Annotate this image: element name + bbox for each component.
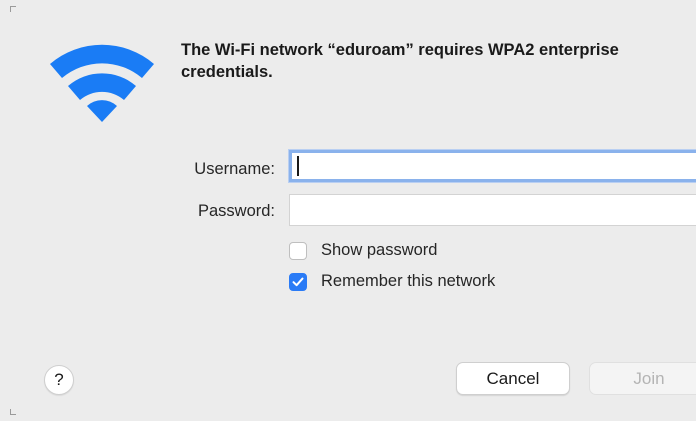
username-label: Username:: [194, 160, 275, 178]
join-button[interactable]: Join: [589, 362, 696, 395]
window-corner-bottom-left: [10, 409, 16, 415]
wifi-icon: [50, 44, 154, 122]
show-password-label: Show password: [321, 241, 438, 259]
cancel-button[interactable]: Cancel: [456, 362, 570, 395]
checkmark-icon: [292, 277, 304, 286]
help-icon: ?: [54, 370, 64, 389]
remember-network-checkbox[interactable]: [289, 272, 307, 291]
wifi-credentials-dialog: The Wi-Fi network “eduroam” requires WPA…: [0, 0, 696, 421]
username-field[interactable]: [289, 150, 696, 182]
dialog-message: The Wi-Fi network “eduroam” requires WPA…: [181, 41, 619, 81]
window-corner-top-left: [10, 6, 16, 12]
password-field[interactable]: [289, 194, 696, 226]
remember-network-label: Remember this network: [321, 272, 496, 290]
show-password-row[interactable]: Show password: [289, 241, 437, 260]
show-password-checkbox[interactable]: [289, 241, 307, 260]
text-cursor: [297, 156, 299, 176]
remember-network-row[interactable]: Remember this network: [289, 272, 495, 291]
password-label: Password:: [197, 202, 275, 220]
help-button[interactable]: ?: [44, 365, 74, 395]
